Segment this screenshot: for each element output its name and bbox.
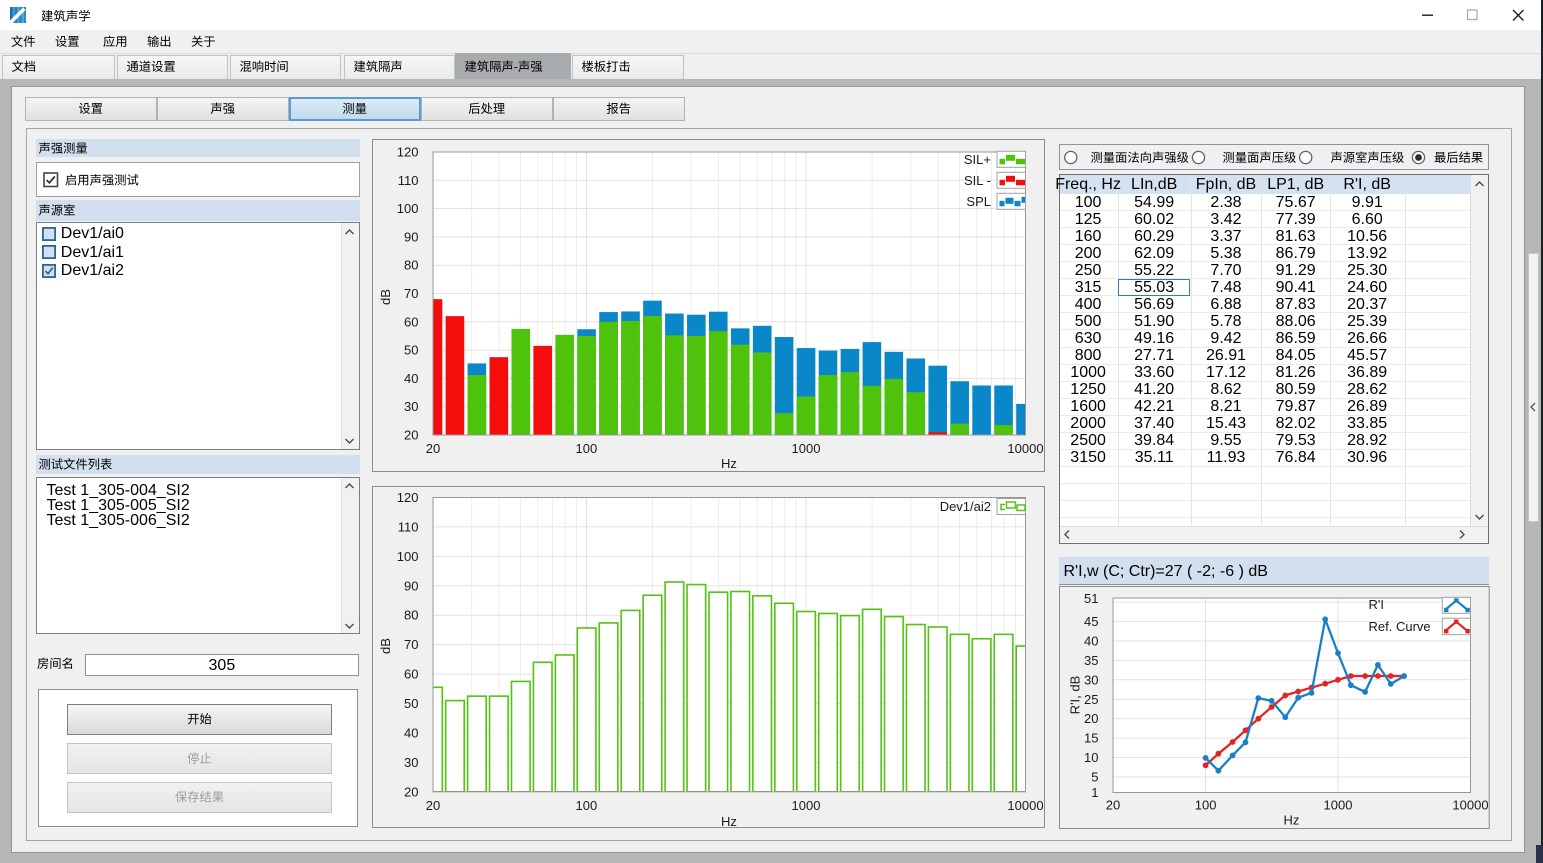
svg-text:20: 20 xyxy=(1105,797,1119,812)
svg-text:25: 25 xyxy=(1084,691,1098,706)
svg-text:20: 20 xyxy=(404,784,418,799)
svg-text:10: 10 xyxy=(1084,750,1098,765)
svg-text:60: 60 xyxy=(404,666,418,681)
svg-text:110: 110 xyxy=(398,173,419,188)
svg-text:45: 45 xyxy=(1084,614,1098,629)
svg-text:Hz: Hz xyxy=(721,456,737,471)
svg-text:100: 100 xyxy=(397,201,419,216)
svg-text:20: 20 xyxy=(404,428,418,443)
svg-text:SIL+: SIL+ xyxy=(964,152,991,167)
svg-text:1000: 1000 xyxy=(1323,797,1352,812)
svg-text:40: 40 xyxy=(1084,633,1098,648)
svg-text:51: 51 xyxy=(1084,590,1098,605)
svg-text:100: 100 xyxy=(397,548,419,563)
svg-text:Hz: Hz xyxy=(721,814,737,828)
svg-text:30: 30 xyxy=(404,754,418,769)
svg-text:dB: dB xyxy=(378,638,393,654)
svg-text:100: 100 xyxy=(576,798,598,813)
svg-text:60: 60 xyxy=(404,314,418,329)
svg-text:100: 100 xyxy=(1194,797,1216,812)
svg-text:20: 20 xyxy=(426,798,440,813)
svg-text:Dev1/ai2: Dev1/ai2 xyxy=(940,499,991,514)
svg-text:120: 120 xyxy=(397,490,419,505)
svg-text:90: 90 xyxy=(404,578,418,593)
svg-text:50: 50 xyxy=(404,696,418,711)
svg-text:Ref. Curve: Ref. Curve xyxy=(1368,619,1430,634)
svg-text:20: 20 xyxy=(426,441,440,456)
svg-text:R'I: R'I xyxy=(1368,597,1383,612)
svg-text:30: 30 xyxy=(1084,672,1098,687)
svg-text:110: 110 xyxy=(398,519,419,534)
svg-text:100: 100 xyxy=(576,441,598,456)
svg-text:10000: 10000 xyxy=(1007,441,1043,456)
svg-text:5: 5 xyxy=(1091,769,1098,784)
svg-text:20: 20 xyxy=(1084,711,1098,726)
svg-text:dB: dB xyxy=(378,289,393,305)
svg-text:1000: 1000 xyxy=(792,798,821,813)
svg-text:90: 90 xyxy=(404,229,418,244)
svg-text:30: 30 xyxy=(404,399,418,414)
svg-text:1000: 1000 xyxy=(792,441,821,456)
svg-text:70: 70 xyxy=(404,637,418,652)
svg-text:1: 1 xyxy=(1091,785,1098,800)
svg-text:80: 80 xyxy=(404,258,418,273)
svg-text:10000: 10000 xyxy=(1007,798,1043,813)
svg-text:40: 40 xyxy=(404,725,418,740)
svg-text:40: 40 xyxy=(404,371,418,386)
svg-text:10000: 10000 xyxy=(1452,797,1488,812)
svg-text:SIL -: SIL - xyxy=(964,173,991,188)
svg-text:SPL: SPL xyxy=(966,194,991,209)
svg-text:70: 70 xyxy=(404,286,418,301)
svg-text:Hz: Hz xyxy=(1283,812,1299,827)
svg-text:35: 35 xyxy=(1084,652,1098,667)
svg-text:R'I, dB: R'I, dB xyxy=(1067,675,1082,714)
svg-text:120: 120 xyxy=(397,145,419,160)
svg-text:15: 15 xyxy=(1084,730,1098,745)
svg-text:80: 80 xyxy=(404,607,418,622)
svg-text:50: 50 xyxy=(404,343,418,358)
